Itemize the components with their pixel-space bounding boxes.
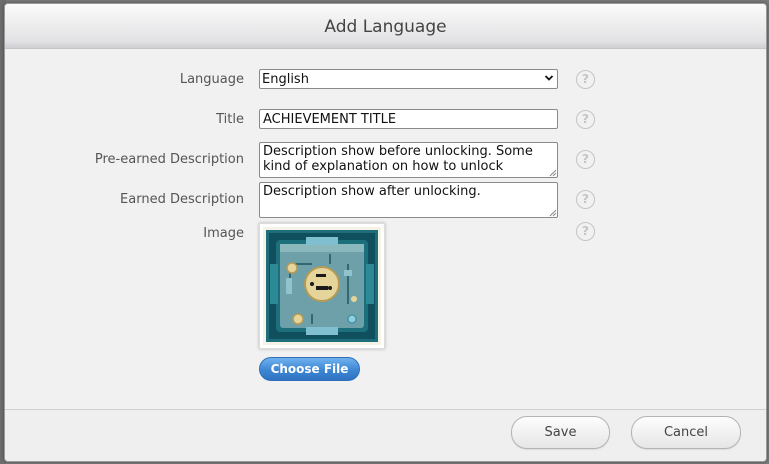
image-label: Image (203, 226, 244, 241)
choose-file-button[interactable]: Choose File (259, 357, 360, 381)
pre-earned-description-textarea[interactable]: Description show before unlocking. Some … (259, 142, 558, 178)
earned-description-textarea[interactable]: Description show after unlocking. (259, 182, 558, 218)
dialog-header: Add Language (5, 4, 766, 49)
language-label: Language (179, 72, 244, 87)
achievement-image-preview (259, 223, 385, 349)
help-icon[interactable]: ? (576, 110, 595, 129)
help-icon[interactable]: ? (576, 70, 595, 89)
title-label: Title (216, 112, 244, 127)
help-icon[interactable]: ? (576, 190, 595, 209)
language-select-wrapper[interactable]: English (259, 69, 558, 89)
language-select[interactable]: English (259, 69, 558, 89)
help-icon[interactable]: ? (576, 222, 595, 241)
help-icon[interactable]: ? (576, 150, 595, 169)
add-language-dialog: Add Language Language English ? Title ? … (4, 3, 767, 462)
cancel-button[interactable]: Cancel (631, 416, 741, 449)
save-button[interactable]: Save (511, 416, 610, 449)
title-input[interactable] (259, 109, 558, 129)
earned-description-label: Earned Description (120, 192, 244, 207)
dialog-title: Add Language (324, 17, 447, 37)
circuit-board-image (263, 227, 381, 345)
pre-earned-description-label: Pre-earned Description (94, 152, 244, 167)
